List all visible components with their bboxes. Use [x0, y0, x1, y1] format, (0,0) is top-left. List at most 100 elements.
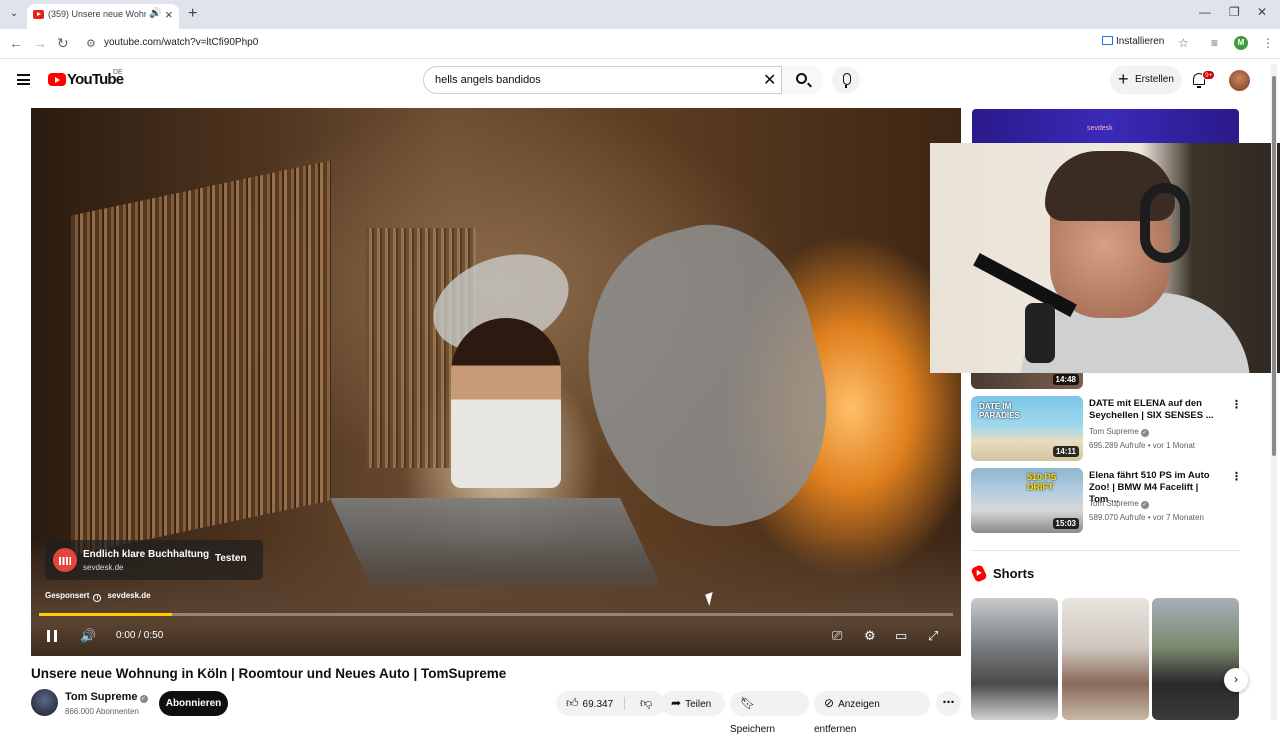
voice-search-icon[interactable]: [832, 66, 860, 94]
scrollbar-thumb[interactable]: [1272, 76, 1276, 456]
sponsored-label: Gesponsert i sevdesk.de: [45, 591, 151, 602]
minimize-icon[interactable]: —: [1199, 5, 1211, 19]
video-player[interactable]: Endlich klare Buchhaltung sevdesk.de Tes…: [31, 108, 961, 656]
headphones-icon: [1140, 183, 1190, 263]
video-channel-name[interactable]: Tom Supreme: [1089, 499, 1139, 508]
search-icon: [796, 73, 807, 84]
like-count: 69.347: [582, 699, 614, 710]
progress-bar[interactable]: [39, 613, 953, 616]
restore-icon[interactable]: ❐: [1229, 5, 1240, 19]
channel-name-text[interactable]: Tom Supreme: [65, 691, 138, 703]
video-views: 589.070 Aufrufe: [1089, 513, 1146, 522]
video-meta: 695.289 Aufrufe • vor 1 Monat: [1089, 441, 1195, 450]
tab-audio-icon[interactable]: 🔊: [149, 8, 161, 19]
address-bar[interactable]: ⚙ youtube.com/watch?v=ltCfi90Php0: [80, 32, 1200, 56]
sidebar-ad-banner[interactable]: sevdesk: [972, 109, 1239, 143]
fullscreen-icon[interactable]: ⤢: [928, 628, 938, 644]
subscriber-count: 866.000 Abonnenten: [65, 707, 139, 716]
browser-tab-active[interactable]: (359) Unsere neue Wohnung 🔊 ×: [27, 4, 179, 29]
video-duration: 14:11: [1052, 446, 1079, 457]
sidebar-ad-brand: sevdesk: [1087, 125, 1113, 132]
install-icon: [1102, 36, 1113, 45]
microphone-icon: [1025, 303, 1055, 363]
search-button[interactable]: [781, 66, 822, 94]
verified-icon: ✓: [139, 695, 148, 703]
video-title[interactable]: DATE mit ELENA auf den Seychellen | SIX …: [1089, 398, 1217, 422]
video-thumbnail[interactable]: DATE IM PARADIES 14:11: [971, 396, 1083, 461]
save-button[interactable]: 🔖︎ Speichern: [730, 691, 809, 735]
time-display: 0:00 / 0:50: [116, 630, 164, 641]
back-icon[interactable]: ←: [9, 35, 23, 51]
thumbs-down-icon[interactable]: 👎︎: [640, 691, 652, 716]
page-scrollbar[interactable]: [1271, 64, 1277, 720]
tab-search-icon[interactable]: ⌄: [6, 6, 22, 22]
video-main-title: Unsere neue Wohnung in Köln | Roomtour u…: [31, 666, 507, 681]
plus-icon: +: [1118, 69, 1129, 89]
subscribe-button[interactable]: Abonnieren: [159, 691, 228, 716]
video-views: 695.289 Aufrufe: [1089, 441, 1146, 450]
video-age: vor 7 Monaten: [1152, 513, 1204, 522]
ad-headline: Endlich klare Buchhaltung: [83, 549, 210, 560]
like-dislike-group: 👍︎ 69.347 👎︎: [556, 691, 665, 716]
install-app-button[interactable]: Installieren: [1102, 36, 1164, 47]
window-close-icon[interactable]: ✕: [1257, 5, 1267, 19]
chevron-right-icon[interactable]: ›: [1224, 668, 1248, 692]
short-item[interactable]: [1152, 598, 1239, 720]
search-box[interactable]: hells angels bandidos ✕: [423, 66, 822, 94]
webcam-overlay: [930, 143, 1280, 373]
block-icon: ⊘: [824, 696, 835, 710]
ad-cta-button[interactable]: Testen: [215, 553, 247, 564]
account-avatar[interactable]: [1229, 70, 1250, 91]
share-label: Teilen: [685, 699, 712, 710]
shorts-heading: Shorts: [993, 566, 1035, 581]
more-options-icon[interactable]: ⋯: [936, 691, 961, 716]
related-video-item[interactable]: DATE IM PARADIES 14:11 DATE mit ELENA au…: [971, 396, 1242, 461]
theater-mode-icon[interactable]: ▭: [895, 628, 907, 644]
browser-profile-avatar[interactable]: M: [1234, 36, 1248, 50]
shorts-icon: [970, 564, 988, 583]
thumbnail-text: DATE IM PARADIES: [979, 402, 1020, 420]
video-channel-name[interactable]: Tom Supreme: [1089, 427, 1139, 436]
subtitles-icon[interactable]: ⎚: [832, 628, 842, 644]
ad-overlay-card[interactable]: Endlich klare Buchhaltung sevdesk.de Tes…: [45, 540, 263, 580]
related-video-item[interactable]: 510 PS DRIFT 15:03 Elena fährt 510 PS im…: [971, 468, 1242, 533]
short-item[interactable]: [971, 598, 1058, 720]
tab-close-icon[interactable]: ×: [165, 7, 173, 22]
browser-menu-icon[interactable]: ⋮: [1262, 36, 1274, 50]
video-thumbnail[interactable]: 510 PS DRIFT 15:03: [971, 468, 1083, 533]
site-info-icon[interactable]: ⚙: [86, 37, 96, 50]
forward-icon[interactable]: →: [33, 35, 47, 51]
clear-search-icon[interactable]: ✕: [763, 70, 776, 90]
bookmark-star-icon[interactable]: ☆: [1178, 36, 1189, 50]
install-label: Installieren: [1116, 36, 1165, 47]
create-button[interactable]: + Erstellen: [1110, 66, 1182, 94]
settings-gear-icon[interactable]: ⚙: [864, 628, 876, 644]
verified-icon: ✓: [1140, 501, 1149, 509]
ad-domain: sevdesk.de: [83, 563, 124, 572]
verified-icon: ✓: [1140, 429, 1149, 437]
reload-icon[interactable]: ↻: [57, 35, 69, 52]
video-duration: 14:48: [1052, 374, 1079, 385]
ad-info-icon[interactable]: i: [93, 594, 102, 602]
more-actions-icon[interactable]: ⋮: [1231, 470, 1242, 483]
pause-icon[interactable]: [47, 630, 57, 642]
video-channel[interactable]: Tom Supreme ✓: [1089, 427, 1149, 437]
browser-tab-strip: ⌄ (359) Unsere neue Wohnung 🔊 × + — ❐ ✕: [0, 0, 1280, 29]
youtube-header: YouTube DE hells angels bandidos ✕ + Ers…: [0, 60, 1270, 102]
more-actions-icon[interactable]: ⋮: [1231, 398, 1242, 411]
share-button[interactable]: ➦ Teilen: [661, 691, 725, 716]
sponsor-domain[interactable]: sevdesk.de: [107, 591, 150, 600]
volume-icon[interactable]: 🔊: [80, 628, 96, 644]
channel-name[interactable]: Tom Supreme ✓: [65, 691, 148, 703]
search-input[interactable]: hells angels bandidos: [435, 74, 541, 86]
like-button[interactable]: 👍︎ 69.347: [556, 696, 614, 710]
video-channel[interactable]: Tom Supreme ✓: [1089, 499, 1149, 509]
remove-ads-button[interactable]: ⊘ Anzeigen entfernen: [814, 691, 930, 735]
channel-avatar[interactable]: [31, 689, 58, 716]
short-item[interactable]: [1062, 598, 1149, 720]
new-tab-icon[interactable]: +: [188, 5, 197, 23]
media-controls-icon[interactable]: ≡: [1211, 36, 1218, 50]
menu-icon[interactable]: [17, 74, 30, 85]
sevdesk-logo-icon: [53, 548, 77, 572]
youtube-logo-icon[interactable]: [48, 73, 66, 86]
